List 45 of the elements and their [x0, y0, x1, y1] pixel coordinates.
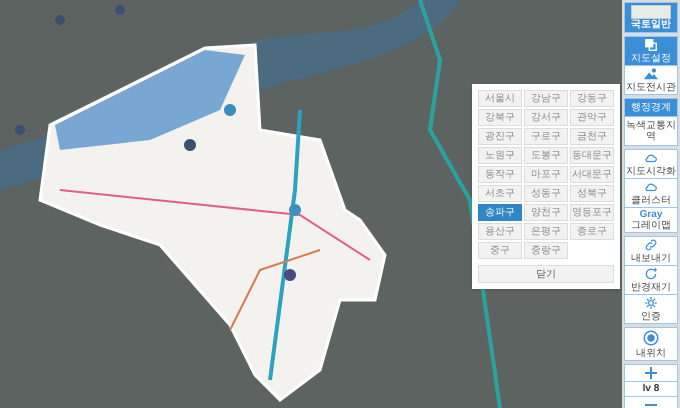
layer-toggle-button[interactable]: 행정경계: [625, 99, 677, 116]
district-button[interactable]: 마포구: [524, 166, 568, 183]
district-button[interactable]: 도봉구: [524, 147, 568, 164]
tool-button[interactable]: 인증: [625, 294, 677, 323]
district-button[interactable]: 서울시: [478, 90, 522, 107]
close-button[interactable]: 닫기: [478, 265, 614, 283]
location-target-icon: [642, 329, 660, 347]
district-button[interactable]: 용산구: [478, 223, 522, 240]
link-icon: [644, 238, 658, 252]
district-button[interactable]: 동작구: [478, 166, 522, 183]
district-button[interactable]: 성북구: [570, 185, 614, 202]
district-button[interactable]: 관악구: [570, 109, 614, 126]
tool-button[interactable]: 클러스터: [625, 178, 677, 207]
district-button[interactable]: 은평구: [524, 223, 568, 240]
district-button[interactable]: 강서구: [524, 109, 568, 126]
plus-icon: [645, 367, 657, 379]
settings-icon: [644, 296, 658, 310]
district-button[interactable]: 서초구: [478, 185, 522, 202]
district-button[interactable]: 동대문구: [570, 147, 614, 164]
tool-button[interactable]: 반경재기: [625, 265, 677, 294]
tool-button[interactable]: 지도전시관: [625, 65, 677, 94]
district-button[interactable]: 강남구: [524, 90, 568, 107]
district-button[interactable]: 중랑구: [524, 242, 568, 259]
district-button[interactable]: 중구: [478, 242, 522, 259]
tool-button[interactable]: Gray 그레이맵: [625, 207, 677, 232]
zoom-out-button[interactable]: [625, 396, 677, 408]
district-button[interactable]: 종로구: [570, 223, 614, 240]
district-button[interactable]: 강북구: [478, 109, 522, 126]
district-button[interactable]: 광진구: [478, 128, 522, 145]
basemap-button[interactable]: 국토일반: [625, 3, 677, 32]
district-button[interactable]: 양천구: [524, 204, 568, 221]
district-button[interactable]: 금천구: [570, 128, 614, 145]
circle-plus-icon: [644, 267, 658, 281]
district-button[interactable]: 송파구: [478, 204, 522, 221]
district-button[interactable]: 서대문구: [570, 166, 614, 183]
map-thumbnail: [631, 5, 671, 19]
district-button[interactable]: 성동구: [524, 185, 568, 202]
mountain-image-icon: [644, 67, 658, 81]
district-button[interactable]: 강동구: [570, 90, 614, 107]
layers-icon: [644, 38, 658, 52]
zoom-level-label: lv 8: [625, 381, 677, 396]
district-button[interactable]: 구로구: [524, 128, 568, 145]
tool-button[interactable]: 지도설정: [625, 37, 677, 65]
district-button[interactable]: 영등포구: [570, 204, 614, 221]
district-button[interactable]: 노원구: [478, 147, 522, 164]
